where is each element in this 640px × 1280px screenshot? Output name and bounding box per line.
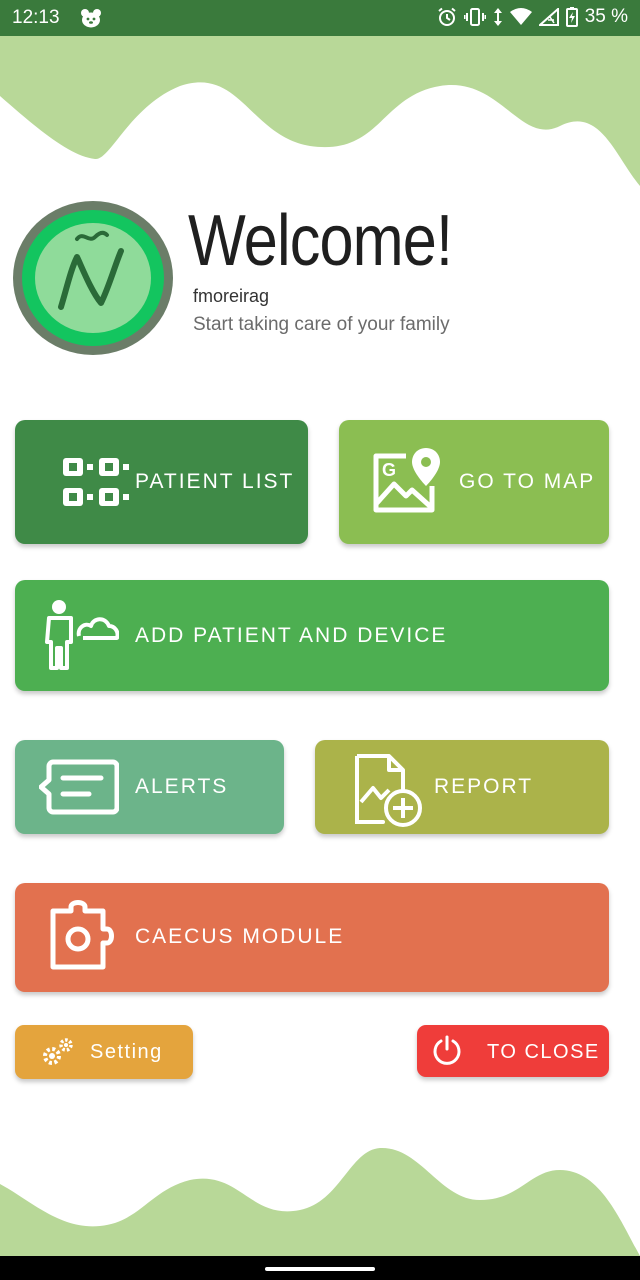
power-icon [433, 1035, 461, 1065]
go-to-map-button[interactable]: G GO TO MAP [339, 420, 609, 544]
tagline-text: Start taking care of your family [193, 314, 450, 335]
bear-icon [81, 9, 101, 28]
close-label: TO CLOSE [487, 1041, 600, 1063]
caecus-module-button[interactable]: CAECUS MODULE [15, 883, 609, 992]
system-nav-bar [0, 1256, 640, 1280]
map-pin-icon: G [373, 448, 440, 513]
report-button[interactable]: REPORT [315, 740, 609, 834]
person-cloud-icon [45, 600, 119, 670]
add-patient-device-button[interactable]: ADD PATIENT AND DEVICE [15, 580, 609, 691]
alerts-label: ALERTS [135, 775, 229, 798]
status-time: 12:13 [12, 7, 60, 28]
alarm-icon [438, 7, 456, 26]
go-to-map-label: GO TO MAP [459, 470, 596, 493]
battery-percent: 35 % [584, 6, 628, 27]
app-logo [13, 201, 173, 355]
status-bar: 12:13 35 % [0, 0, 640, 36]
bottom-wave-decoration [0, 1147, 640, 1256]
vibrate-icon [463, 8, 486, 26]
wifi-icon [509, 8, 532, 25]
gears-icon [43, 1038, 73, 1065]
close-button[interactable]: TO CLOSE [417, 1025, 609, 1077]
data-arrows-icon [493, 8, 502, 26]
svg-text:G: G [382, 460, 396, 480]
top-wave-decoration [0, 36, 640, 186]
username-label: fmoreirag [193, 286, 270, 306]
setting-label: Setting [90, 1041, 163, 1063]
alerts-button[interactable]: ALERTS [15, 740, 284, 834]
welcome-heading: Welcome! [188, 201, 453, 281]
signal-icon [538, 8, 559, 26]
report-label: REPORT [434, 775, 534, 798]
add-report-icon [355, 754, 422, 827]
home-handle[interactable] [265, 1267, 375, 1271]
setting-button[interactable]: Setting [15, 1025, 193, 1079]
message-icon [39, 759, 119, 815]
caecus-module-label: CAECUS MODULE [135, 925, 345, 948]
add-patient-device-label: ADD PATIENT AND DEVICE [135, 624, 448, 647]
battery-icon [565, 7, 578, 27]
puzzle-camera-icon [50, 900, 114, 970]
qr-grid-icon [63, 458, 129, 506]
patient-list-button[interactable]: PATIENT LIST [15, 420, 308, 544]
patient-list-label: PATIENT LIST [135, 470, 295, 493]
